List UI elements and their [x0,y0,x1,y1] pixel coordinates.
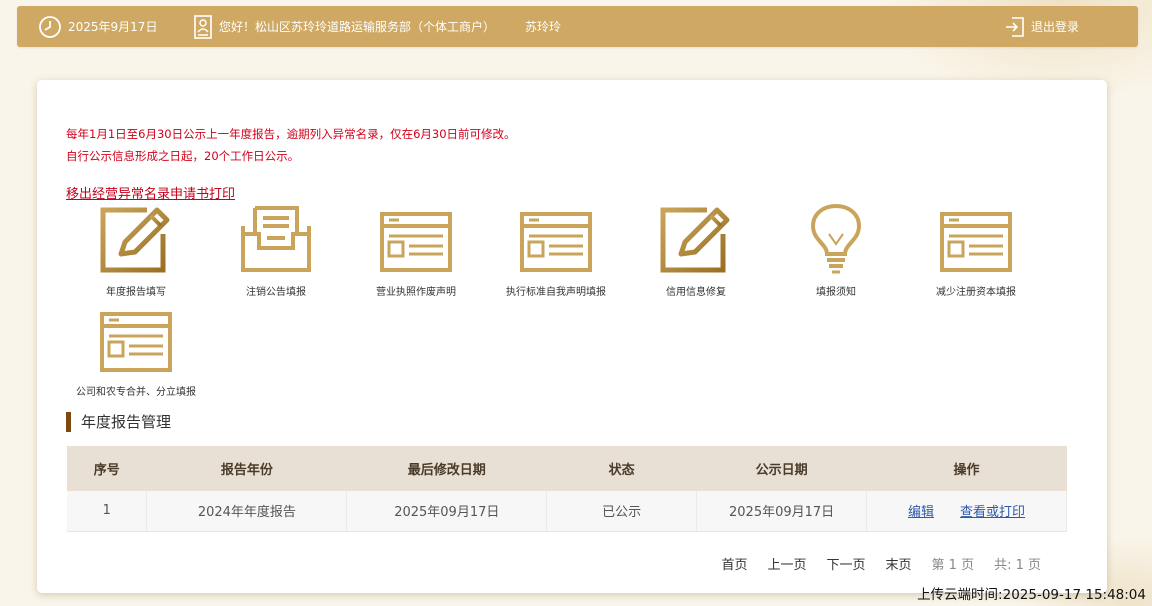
column-header: 状态 [546,446,698,491]
tile-label: 信用信息修复 [666,287,726,298]
view-print-link[interactable]: 查看或打印 [960,505,1025,520]
tile-label: 营业执照作废声明 [376,287,456,298]
first-page-button[interactable]: 首页 [721,554,747,573]
date-text: 2025年9月17日 [68,20,158,34]
form-icon [380,212,452,272]
column-header: 报告年份 [146,446,348,491]
edit-link[interactable]: 编辑 [908,505,934,520]
tile-annual-report[interactable]: 年度报告填写 [66,204,206,298]
form-icon [520,212,592,272]
annual-report-table: 序号 报告年份 最后修改日期 状态 公示日期 操作 1 2024年年度报告 20… [67,446,1067,532]
cell-published-date: 2025年09月17日 [696,491,868,532]
edit-icon [660,207,730,273]
tile-label: 注销公告填报 [246,287,306,298]
lightbulb-icon [810,204,862,274]
cell-status: 已公示 [546,491,698,532]
edit-icon [100,207,170,273]
tile-capital-reduction[interactable]: 减少注册资本填报 [906,204,1046,298]
cell-index: 1 [67,491,148,532]
tile-credit-repair[interactable]: 信用信息修复 [626,204,766,298]
greeting-text: 您好！松山区苏玲玲道路运输服务部（个体工商户） [219,20,496,34]
prev-page-button[interactable]: 上一页 [767,554,806,573]
section-title: 年度报告管理 [66,412,171,432]
logout-icon [1006,16,1024,37]
tile-label: 执行标准自我声明填报 [506,287,606,298]
greeting: 您好！松山区苏玲玲道路运输服务部（个体工商户） [193,14,496,39]
exception-list-removal-print-link[interactable]: 移出经营异常名录申请书打印 [66,183,235,202]
form-icon [100,312,172,372]
table-header-row: 序号 报告年份 最后修改日期 状态 公示日期 操作 [67,446,1067,491]
top-bar: 2025年9月17日 您好！松山区苏玲玲道路运输服务部（个体工商户） 苏玲玲 退… [17,6,1138,47]
column-header: 操作 [866,446,1067,491]
logout-label: 退出登录 [1031,20,1080,34]
tile-label: 年度报告填写 [106,287,166,298]
form-icon [940,212,1012,272]
column-header: 最后修改日期 [346,446,548,491]
total-pages: 共: 1 页 [994,558,1041,573]
column-header: 公示日期 [696,446,868,491]
tile-license-void-statement[interactable]: 营业执照作废声明 [346,204,486,298]
upload-timestamp: 上传云端时间:2025-09-17 15:48:04 [917,587,1146,603]
last-page-button[interactable]: 末页 [886,554,912,573]
tile-label: 减少注册资本填报 [936,287,1016,298]
column-header: 序号 [67,446,148,491]
tile-label: 公司和农专合并、分立填报 [76,387,196,398]
next-page-button[interactable]: 下一页 [827,554,866,573]
tile-label: 填报须知 [816,287,856,298]
table-row: 1 2024年年度报告 2025年09月17日 已公示 2025年09月17日 … [67,491,1067,532]
main-card: 每年1月1日至6月30日公示上一年度报告，逾期列入异常名录，仅在6月30日前可修… [37,80,1107,593]
cell-report-year: 2024年年度报告 [146,491,348,532]
cell-modified-date: 2025年09月17日 [346,491,548,532]
tile-filing-instructions[interactable]: 填报须知 [766,204,906,298]
notice-line-1: 每年1月1日至6月30日公示上一年度报告，逾期列入异常名录，仅在6月30日前可修… [66,127,516,141]
clock-icon [39,15,61,38]
current-page: 第 1 页 [931,558,975,573]
user-badge-icon [194,14,212,39]
username: 苏玲玲 [525,18,561,35]
tile-cancellation-notice[interactable]: 注销公告填报 [206,204,346,298]
tile-merger-split[interactable]: 公司和农专合并、分立填报 [66,304,206,398]
username-text: 苏玲玲 [525,20,562,34]
cell-actions: 编辑 查看或打印 [866,491,1067,532]
notice-line-2: 自行公示信息形成之日起，20个工作日公示。 [66,149,300,163]
pagination: 首页 上一页 下一页 末页 第 1 页 共: 1 页 [721,554,1041,573]
date-display: 2025年9月17日 [38,15,157,39]
tile-standard-self-declaration[interactable]: 执行标准自我声明填报 [486,204,626,298]
inbox-icon [241,206,311,272]
logout-button[interactable]: 退出登录 [1005,16,1079,38]
